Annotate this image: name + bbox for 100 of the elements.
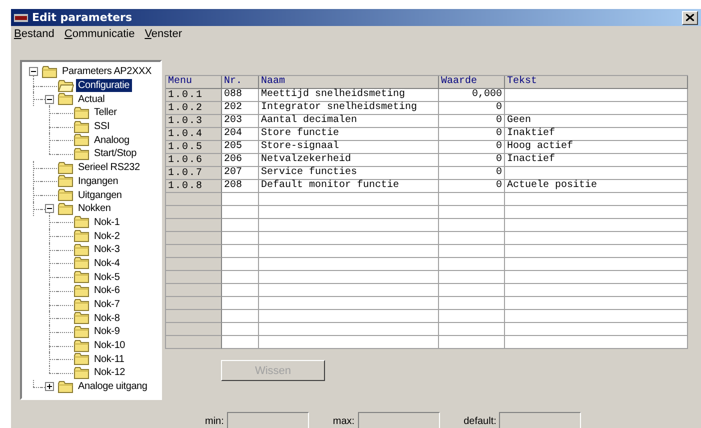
collapse-icon[interactable] xyxy=(44,94,54,104)
table-cell: Inactief xyxy=(507,154,556,165)
table-cell: 202 xyxy=(222,102,259,115)
tree-item[interactable]: Analoge uitgang xyxy=(76,380,150,394)
folder-icon xyxy=(74,257,90,270)
table-cell: Default monitor functie xyxy=(259,180,439,193)
folder-icon xyxy=(74,340,90,352)
table-cell: Inaktief xyxy=(507,128,556,139)
tree-item[interactable]: Ingangen xyxy=(76,174,120,188)
table-cell: 208 xyxy=(222,180,259,193)
folder-icon xyxy=(74,244,90,256)
tree-item[interactable]: Teller xyxy=(92,106,119,120)
collapse-icon[interactable] xyxy=(28,67,38,76)
window-title: Edit parameters xyxy=(32,11,134,24)
row-header[interactable]: 1.0.3 xyxy=(166,115,222,128)
table-cell: 0 xyxy=(439,180,505,193)
field-label: default: xyxy=(464,416,496,427)
folder-icon xyxy=(74,216,90,228)
tree-item[interactable]: SSI xyxy=(92,120,112,134)
menu-item[interactable]: Bestand xyxy=(14,27,54,43)
tree-item[interactable]: Nok-4 xyxy=(92,256,122,270)
tree-item[interactable]: Nok-1 xyxy=(92,216,122,229)
tree-item[interactable]: Nok-10 xyxy=(92,339,128,352)
table-cell: 207 xyxy=(222,167,259,180)
folder-icon xyxy=(74,120,90,133)
table-cell: 088 xyxy=(222,89,259,102)
folder-icon xyxy=(58,93,74,106)
table-cell: 0 xyxy=(439,128,505,141)
row-header[interactable]: 1.0.7 xyxy=(166,167,222,180)
table-cell: Hoog actief xyxy=(507,141,574,152)
folder-icon xyxy=(74,106,90,119)
tree-item[interactable]: Nok-2 xyxy=(92,230,122,243)
table-cell: 206 xyxy=(222,154,259,167)
tree-item[interactable]: Uitgangen xyxy=(76,188,124,202)
tree-item[interactable]: Start/Stop xyxy=(92,147,138,160)
folder-icon xyxy=(74,312,90,324)
row-header[interactable]: 1.0.6 xyxy=(166,154,222,167)
table-cell: Service functies xyxy=(259,167,439,180)
table-cell: Integrator snelheidsmeting xyxy=(259,102,439,115)
tree-item[interactable]: Nok-7 xyxy=(92,298,122,312)
folder-icon xyxy=(74,134,90,146)
input-field[interactable] xyxy=(226,412,309,428)
tree-item[interactable]: Analoog xyxy=(92,134,132,147)
table-cell: 0 xyxy=(439,115,505,128)
folder-icon xyxy=(74,230,90,242)
row-header[interactable]: 1.0.5 xyxy=(166,141,222,154)
expand-icon[interactable] xyxy=(44,382,54,392)
table-cell: 203 xyxy=(222,115,259,128)
tree-item[interactable]: Nok-5 xyxy=(92,270,122,284)
folder-icon xyxy=(74,353,90,366)
close-icon xyxy=(686,14,694,21)
table-cell: Store functie xyxy=(259,128,439,141)
tree-item[interactable]: Nok-8 xyxy=(92,312,122,325)
tree-item[interactable]: Actual xyxy=(76,92,107,106)
field-label: min: xyxy=(205,416,224,427)
folder-icon xyxy=(74,148,90,160)
collapse-icon[interactable] xyxy=(44,204,54,214)
field-label: max: xyxy=(332,416,355,427)
tree-item[interactable]: Nok-6 xyxy=(92,284,122,298)
folder-icon xyxy=(58,189,74,202)
input-field[interactable] xyxy=(358,412,440,428)
table-cell: 205 xyxy=(222,141,259,154)
table-cell: 0 xyxy=(439,167,505,180)
row-header[interactable]: 1.0.8 xyxy=(166,180,222,193)
tree-item[interactable]: Nokken xyxy=(76,202,113,216)
column-header[interactable]: Naam xyxy=(259,76,439,89)
column-header[interactable]: Menu xyxy=(166,76,222,89)
row-header[interactable]: 1.0.4 xyxy=(166,128,222,141)
folder-icon xyxy=(74,298,90,311)
menu-item[interactable]: Venster xyxy=(144,27,182,43)
table-cell: Meettijd snelheidsmeting xyxy=(259,89,439,102)
tree-item[interactable]: Nok-9 xyxy=(92,325,122,338)
folder-icon xyxy=(58,162,74,174)
table-cell: Aantal decimalen xyxy=(259,115,439,128)
row-header[interactable]: 1.0.2 xyxy=(166,102,222,115)
close-button[interactable] xyxy=(682,10,698,24)
table-cell: 204 xyxy=(222,128,259,141)
table-cell: 0 xyxy=(439,102,505,115)
folder-icon xyxy=(58,175,74,188)
column-header[interactable]: Tekst xyxy=(505,76,688,89)
menu-item[interactable]: Communicatie xyxy=(64,27,135,43)
column-header[interactable]: Nr. xyxy=(222,76,259,89)
tree-item[interactable]: Serieel RS232 xyxy=(76,161,142,174)
folder-icon xyxy=(74,326,90,338)
folder-icon xyxy=(74,366,90,379)
table-cell: Geen xyxy=(507,115,532,126)
row-header[interactable]: 1.0.1 xyxy=(166,89,222,102)
input-field[interactable] xyxy=(499,412,582,428)
folder-icon xyxy=(58,202,74,215)
table-cell: 0 xyxy=(439,154,505,167)
tree-item[interactable]: Nok-12 xyxy=(92,366,128,380)
tree-item[interactable]: Nok-11 xyxy=(92,352,126,366)
tree-item[interactable]: Nok-3 xyxy=(92,243,122,256)
app-icon xyxy=(14,14,28,22)
tree-item[interactable]: Configuratie xyxy=(76,79,132,92)
folder-icon xyxy=(42,66,58,78)
table-cell: Actuele positie xyxy=(507,180,598,191)
tree-item[interactable]: Parameters AP2XXX xyxy=(60,65,154,78)
table-cell: 0 xyxy=(439,141,505,154)
column-header[interactable]: Waarde xyxy=(439,76,505,89)
